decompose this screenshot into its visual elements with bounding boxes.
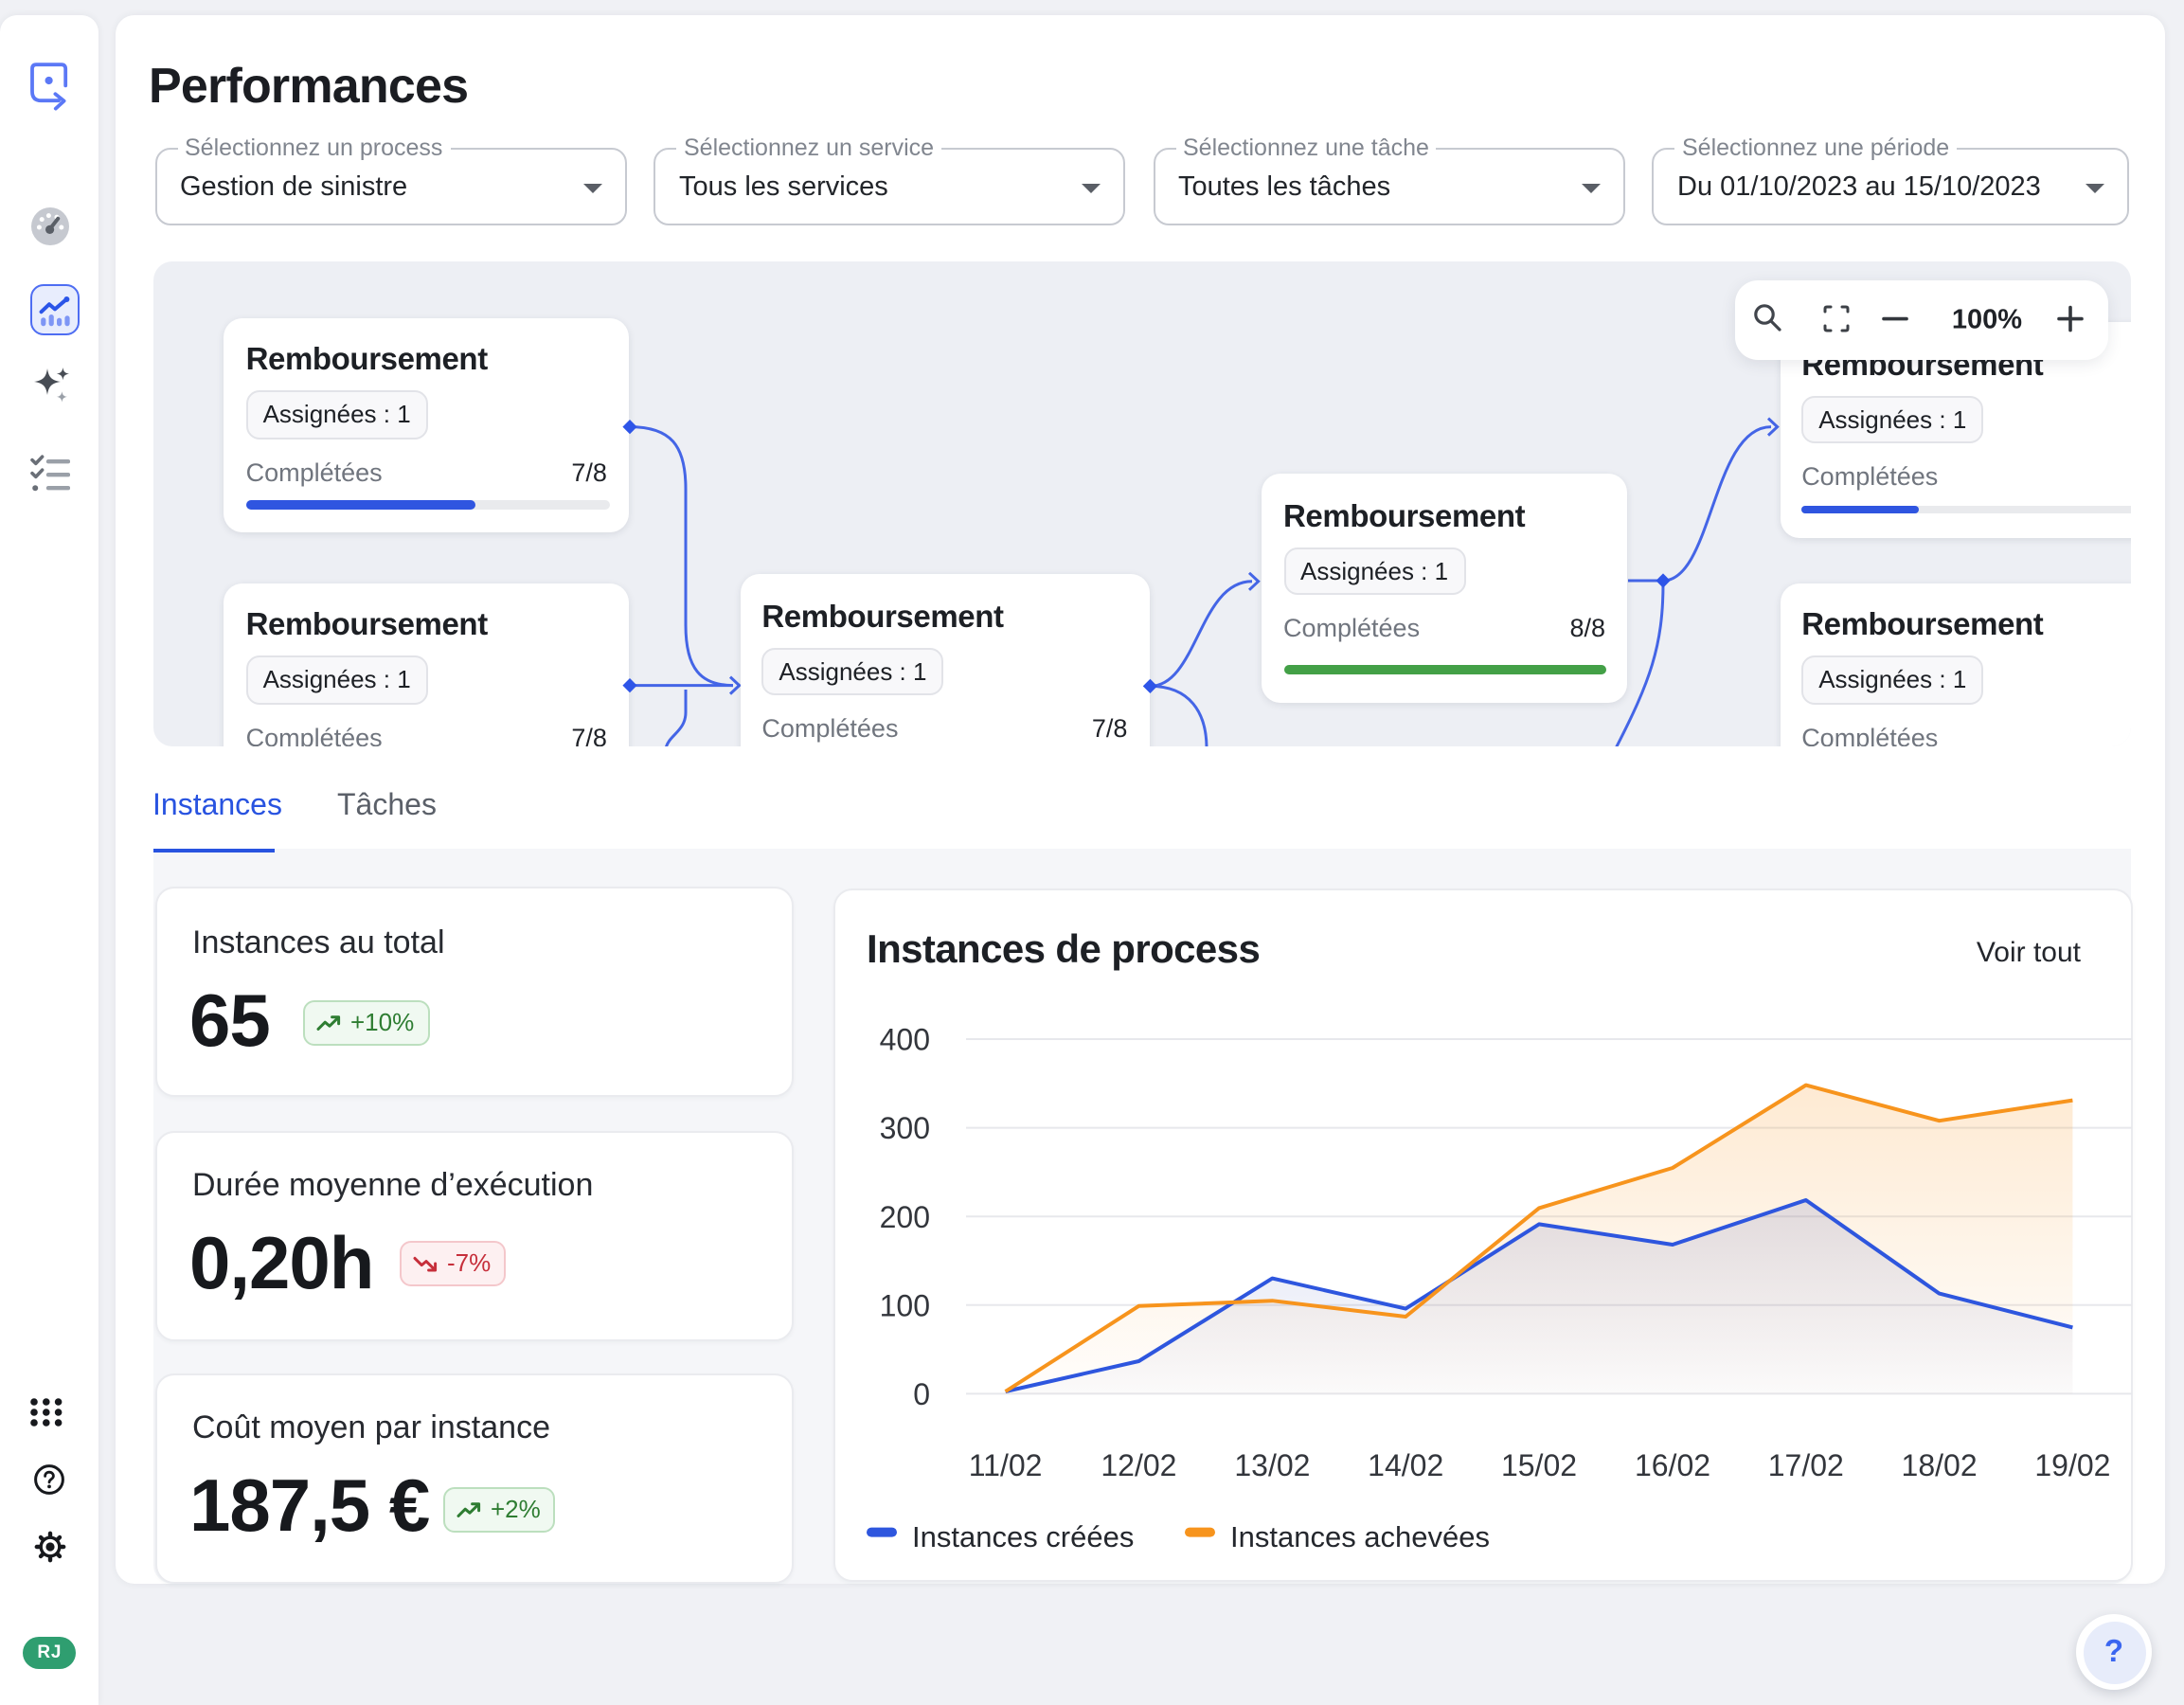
svg-text:Voir tout: Voir tout (1976, 937, 2081, 968)
svg-text:12/02: 12/02 (1100, 1448, 1175, 1482)
svg-text:16/02: 16/02 (1634, 1448, 1710, 1482)
svg-text:Instances créées: Instances créées (911, 1520, 1133, 1553)
svg-text:0: 0 (912, 1377, 929, 1411)
svg-text:Instances achevées: Instances achevées (1229, 1520, 1489, 1553)
svg-text:Instances de process: Instances de process (866, 926, 1259, 971)
svg-text:18/02: 18/02 (1901, 1448, 1977, 1482)
svg-text:19/02: 19/02 (2033, 1448, 2109, 1482)
svg-text:15/02: 15/02 (1500, 1448, 1576, 1482)
svg-text:400: 400 (879, 1023, 929, 1057)
svg-text:100: 100 (879, 1288, 929, 1322)
svg-text:17/02: 17/02 (1767, 1448, 1843, 1482)
svg-text:11/02: 11/02 (968, 1448, 1042, 1482)
svg-text:14/02: 14/02 (1367, 1448, 1442, 1482)
svg-text:300: 300 (879, 1111, 929, 1145)
svg-text:200: 200 (879, 1200, 929, 1234)
svg-text:13/02: 13/02 (1233, 1448, 1309, 1482)
